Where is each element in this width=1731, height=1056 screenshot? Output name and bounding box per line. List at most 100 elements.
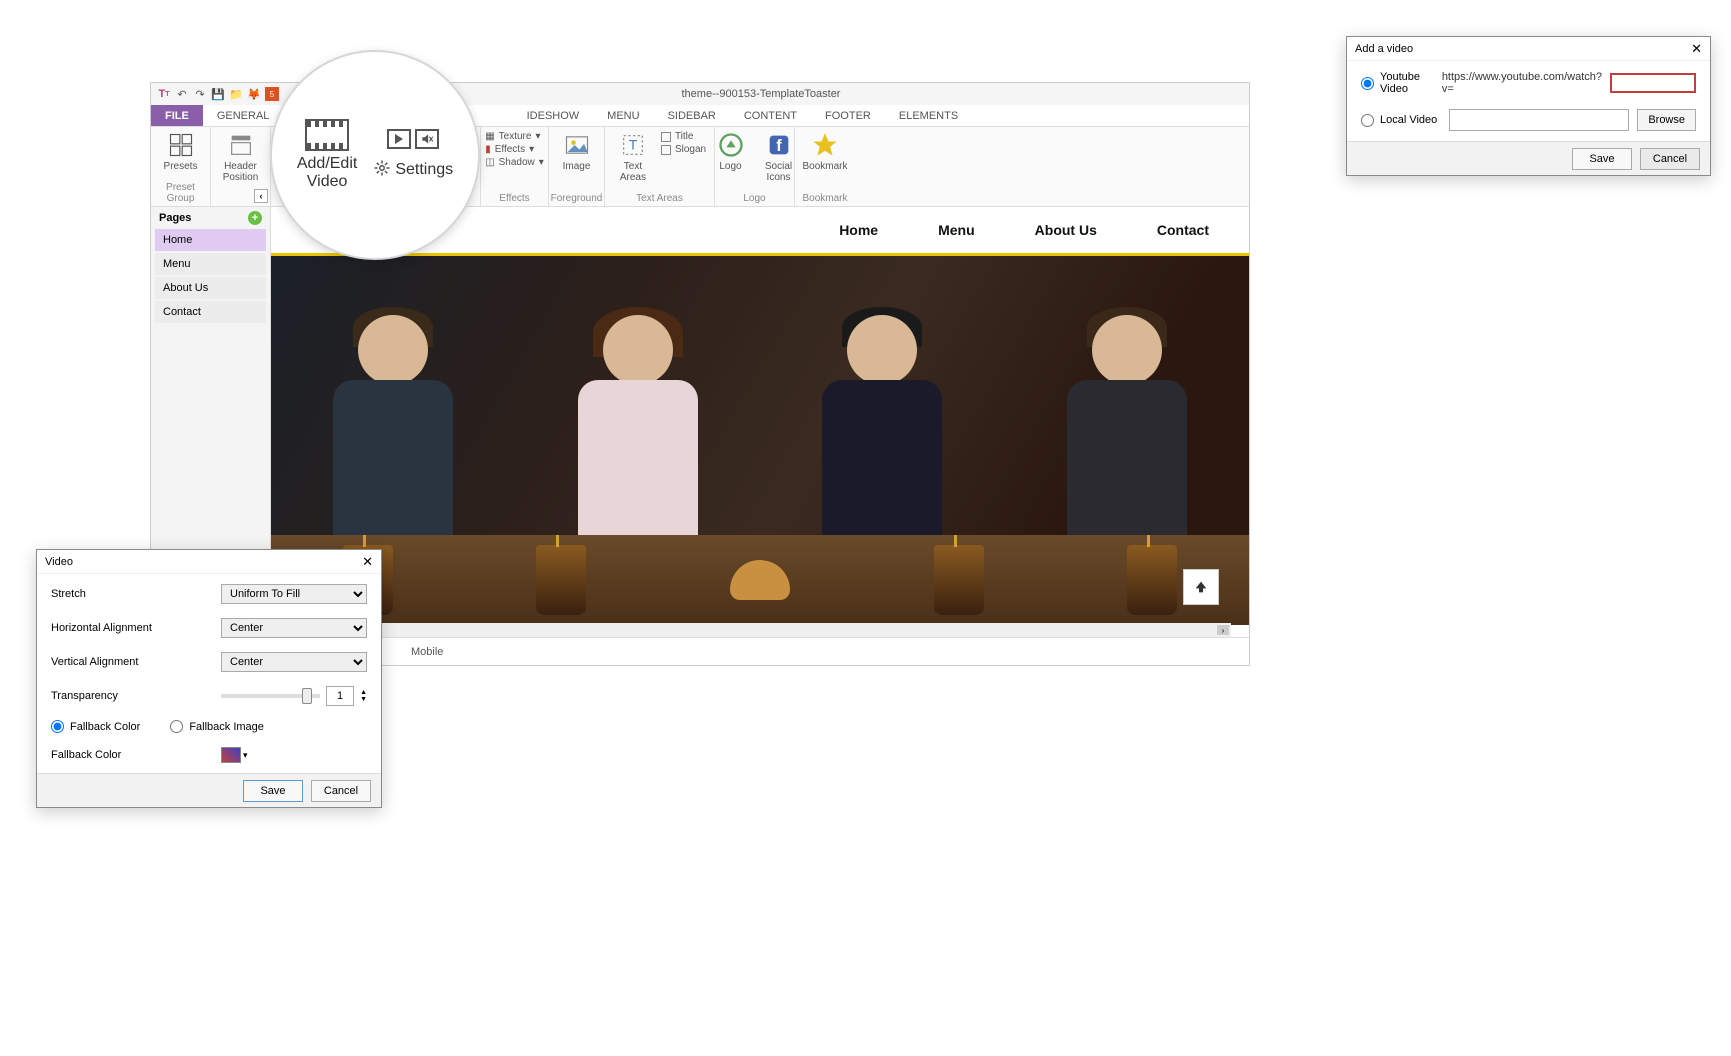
radio-input[interactable] xyxy=(170,720,183,733)
add-edit-video-label: Add/Edit Video xyxy=(297,155,357,191)
radio-input[interactable] xyxy=(1361,77,1374,90)
youtube-id-input[interactable] xyxy=(1610,73,1696,93)
html5-icon[interactable]: 5 xyxy=(265,87,279,101)
fallback-image-radio[interactable]: Fallback Image xyxy=(170,720,264,733)
transparency-slider[interactable] xyxy=(221,694,320,698)
close-icon[interactable]: ✕ xyxy=(1691,41,1702,57)
nav-menu[interactable]: Menu xyxy=(938,222,975,238)
fallback-color-label: Fallback Color xyxy=(51,749,221,761)
image-button[interactable]: Image xyxy=(557,131,597,172)
page-item-menu[interactable]: Menu xyxy=(155,253,266,275)
shadow-icon: ◫ xyxy=(485,157,494,168)
cancel-button[interactable]: Cancel xyxy=(311,780,371,802)
transparency-spinner[interactable]: 1 xyxy=(326,686,354,706)
preset-group-label: Preset Group xyxy=(151,182,210,204)
beer-glass-icon xyxy=(934,545,984,615)
nav-about[interactable]: About Us xyxy=(1035,222,1097,238)
page-item-contact[interactable]: Contact xyxy=(155,301,266,323)
add-page-button[interactable]: + xyxy=(248,211,262,225)
scroll-right-icon[interactable]: › xyxy=(1217,625,1229,635)
fallback-color-radio[interactable]: Fallback Color xyxy=(51,720,140,733)
image-icon xyxy=(563,131,591,159)
tab-sidebar[interactable]: SIDEBAR xyxy=(654,105,730,126)
add-video-dialog: Add a video ✕ Youtube Video https://www.… xyxy=(1346,36,1711,176)
youtube-radio[interactable]: Youtube Video xyxy=(1361,71,1434,95)
logo-button[interactable]: Logo xyxy=(711,131,751,172)
halign-label: Horizontal Alignment xyxy=(51,622,221,634)
stretch-select[interactable]: Uniform To Fill xyxy=(221,584,367,604)
nav-home[interactable]: Home xyxy=(839,222,878,238)
local-video-path-input[interactable] xyxy=(1449,109,1629,131)
halign-select[interactable]: Center xyxy=(221,618,367,638)
hero-image[interactable] xyxy=(271,253,1249,625)
bookmark-label: Bookmark xyxy=(803,161,848,172)
ribbon-group-foreground: Image Foreground xyxy=(549,127,605,206)
shadow-dropdown[interactable]: ◫Shadow ▾ xyxy=(485,157,544,168)
design-canvas[interactable]: nt Home Menu About Us Contact xyxy=(271,207,1249,637)
mobile-tab[interactable]: Mobile xyxy=(411,646,443,658)
film-strip-icon xyxy=(305,119,349,151)
bottom-bar: Mobile xyxy=(271,637,1249,665)
bookmark-button[interactable]: Bookmark xyxy=(803,131,848,172)
checkbox-icon xyxy=(661,145,671,155)
add-video-dialog-title: Add a video xyxy=(1355,43,1413,55)
scroll-to-top-button[interactable] xyxy=(1183,569,1219,605)
beer-glass-icon xyxy=(536,545,586,615)
valign-label: Vertical Alignment xyxy=(51,656,221,668)
page-item-about[interactable]: About Us xyxy=(155,277,266,299)
save-button[interactable]: Save xyxy=(243,780,303,802)
youtube-url-prefix: https://www.youtube.com/watch?v= xyxy=(1442,71,1602,95)
local-video-radio[interactable]: Local Video xyxy=(1361,114,1441,127)
tab-footer[interactable]: FOOTER xyxy=(811,105,885,126)
horizontal-scrollbar[interactable]: › xyxy=(271,623,1231,637)
tab-content[interactable]: CONTENT xyxy=(730,105,811,126)
slider-thumb[interactable] xyxy=(302,688,312,704)
effects-dropdown[interactable]: ▮Effects ▾ xyxy=(485,144,544,155)
presets-icon xyxy=(167,131,195,159)
tab-slideshow[interactable]: IDESHOW xyxy=(513,105,594,126)
save-button[interactable]: Save xyxy=(1572,148,1632,170)
nav-contact[interactable]: Contact xyxy=(1157,222,1209,238)
radio-input[interactable] xyxy=(51,720,64,733)
presets-label: Presets xyxy=(164,161,198,172)
redo-icon[interactable]: ↷ xyxy=(193,87,207,101)
spinner-arrows[interactable]: ▲▼ xyxy=(360,689,367,703)
color-picker[interactable]: ▾ xyxy=(221,747,248,763)
header-position-button[interactable]: Header Position xyxy=(221,131,261,183)
tab-file[interactable]: FILE xyxy=(151,105,203,126)
text-areas-icon: T xyxy=(619,131,647,159)
undo-icon[interactable]: ↶ xyxy=(175,87,189,101)
title-checkbox[interactable]: Title xyxy=(661,131,706,142)
text-areas-group-label: Text Areas xyxy=(605,193,714,204)
add-edit-video-button[interactable]: Add/Edit Video xyxy=(297,119,357,191)
texture-dropdown[interactable]: ▦Texture ▾ xyxy=(485,131,544,142)
tab-elements[interactable]: ELEMENTS xyxy=(885,105,972,126)
video-dialog: Video ✕ Stretch Uniform To Fill Horizont… xyxy=(36,549,382,808)
video-settings-button[interactable]: Settings xyxy=(373,129,453,182)
header-position-icon xyxy=(227,131,255,159)
firefox-icon[interactable]: 🦊 xyxy=(247,87,261,101)
browse-button[interactable]: Browse xyxy=(1637,109,1696,131)
text-tool-icon[interactable]: TT xyxy=(157,87,171,101)
add-video-dialog-footer: Save Cancel xyxy=(1347,141,1710,175)
page-item-home[interactable]: Home xyxy=(155,229,266,251)
close-icon[interactable]: ✕ xyxy=(362,554,373,570)
video-dialog-title: Video xyxy=(45,556,73,568)
presets-button[interactable]: Presets xyxy=(161,131,201,172)
valign-select[interactable]: Center xyxy=(221,652,367,672)
paint-bucket-icon xyxy=(221,747,241,763)
text-areas-label: Text Areas xyxy=(620,161,646,183)
social-icons-button[interactable]: f Social Icons xyxy=(759,131,799,183)
tab-general[interactable]: GENERAL xyxy=(203,105,284,126)
logo-group-label: Logo xyxy=(715,193,794,204)
tab-menu[interactable]: MENU xyxy=(593,105,653,126)
collapse-panel-icon[interactable]: ‹ xyxy=(254,189,268,203)
effects-group-label: Effects xyxy=(481,193,548,204)
cancel-button[interactable]: Cancel xyxy=(1640,148,1700,170)
text-areas-button[interactable]: T Text Areas xyxy=(613,131,653,183)
video-dialog-footer: Save Cancel xyxy=(37,773,381,807)
open-icon[interactable]: 📁 xyxy=(229,87,243,101)
save-icon[interactable]: 💾 xyxy=(211,87,225,101)
radio-input[interactable] xyxy=(1361,114,1374,127)
slogan-checkbox[interactable]: Slogan xyxy=(661,144,706,155)
